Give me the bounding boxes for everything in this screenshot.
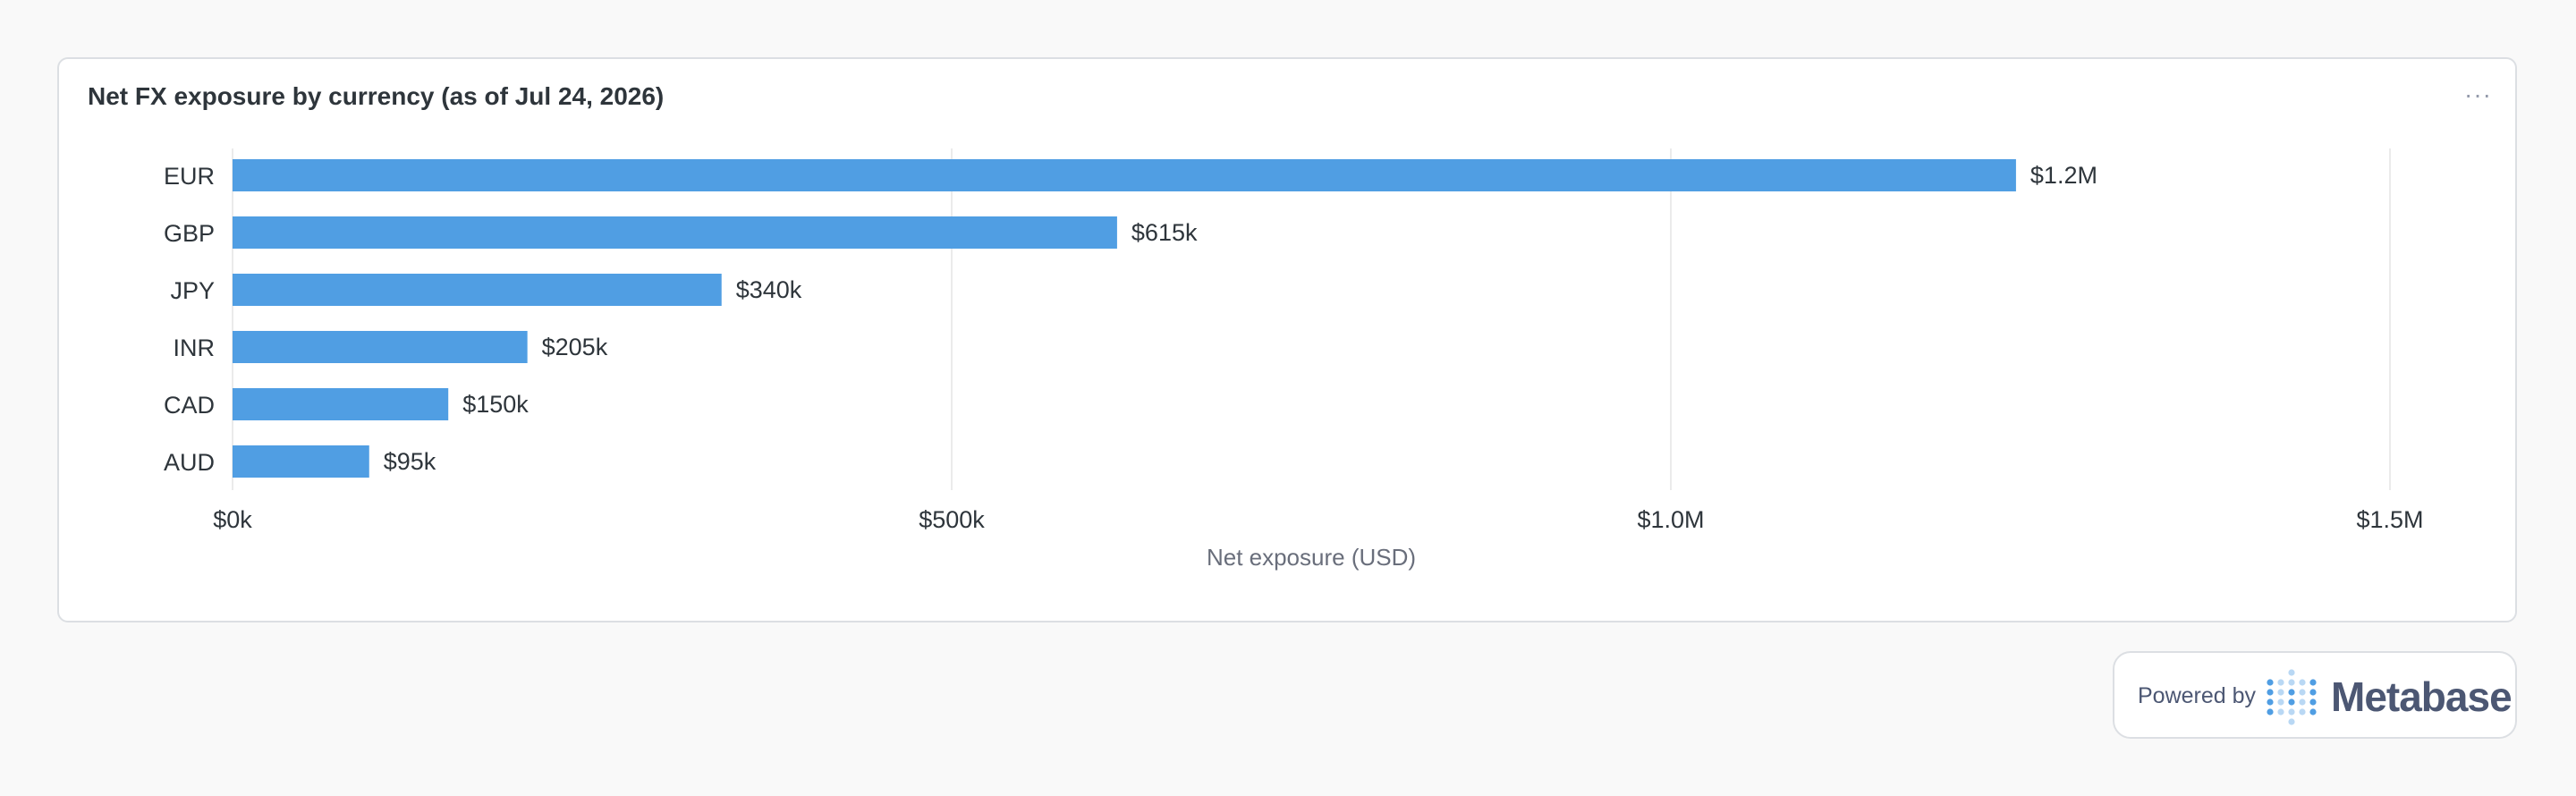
y-category-label: CAD [164, 392, 215, 419]
logo-dot [2277, 699, 2284, 706]
logo-dot [2267, 689, 2274, 696]
powered-by-badge[interactable]: Powered by Metabase [2113, 651, 2517, 739]
logo-dot [2288, 708, 2295, 716]
logo-dot [2288, 669, 2295, 676]
logo-dot [2288, 718, 2295, 725]
bar-data-label: $205k [542, 334, 608, 360]
logo-dot [2299, 679, 2306, 686]
x-tick-label: $1.5M [2356, 506, 2423, 533]
x-tick-label: $1.0M [1637, 506, 1704, 533]
metabase-logo-icon [2267, 669, 2317, 725]
logo-dot [2277, 689, 2284, 696]
logo-dot [2299, 708, 2306, 716]
bar-aud[interactable] [233, 445, 369, 478]
bar-data-label: $95k [384, 448, 436, 475]
x-tick-label: $0k [213, 506, 252, 533]
y-category-label: GBP [164, 220, 215, 247]
logo-dot [2267, 708, 2274, 716]
bar-data-label: $615k [1131, 219, 1198, 246]
bar-gbp[interactable] [233, 216, 1117, 249]
x-tick-label: $500k [919, 506, 985, 533]
bar-inr[interactable] [233, 331, 528, 363]
logo-dot [2277, 679, 2284, 686]
bar-chart: $0k $500k $1.0M $1.5M EUR $1.2M GBP $615k JPY $34… [164, 148, 2424, 571]
logo-dot [2309, 699, 2317, 706]
logo-dot [2267, 699, 2274, 706]
bar-jpy[interactable] [233, 274, 722, 306]
logo-dot [2299, 699, 2306, 706]
logo-dot [2309, 708, 2317, 716]
bar-cad[interactable] [233, 388, 449, 420]
logo-dot [2309, 679, 2317, 686]
powered-by-label: Powered by [2138, 683, 2257, 708]
logo-dot [2288, 689, 2295, 696]
logo-dot [2299, 689, 2306, 696]
y-category-label: EUR [164, 163, 215, 190]
y-category-label: AUD [164, 449, 215, 476]
chart-card: Net FX exposure by currency (as of Jul 2… [57, 57, 2517, 622]
bar-eur[interactable] [233, 159, 2016, 191]
bar-data-label: $1.2M [2030, 162, 2097, 189]
bar-data-label: $340k [736, 276, 802, 303]
logo-dot [2288, 679, 2295, 686]
y-category-label: JPY [170, 277, 215, 304]
logo-dot [2309, 689, 2317, 696]
brand-name: Metabase [2331, 673, 2512, 720]
logo-dot [2267, 679, 2274, 686]
logo-dot [2288, 699, 2295, 706]
x-axis-title: Net exposure (USD) [1207, 544, 1416, 571]
bar-data-label: $150k [462, 391, 529, 418]
y-category-label: INR [174, 334, 216, 361]
logo-dot [2277, 708, 2284, 716]
